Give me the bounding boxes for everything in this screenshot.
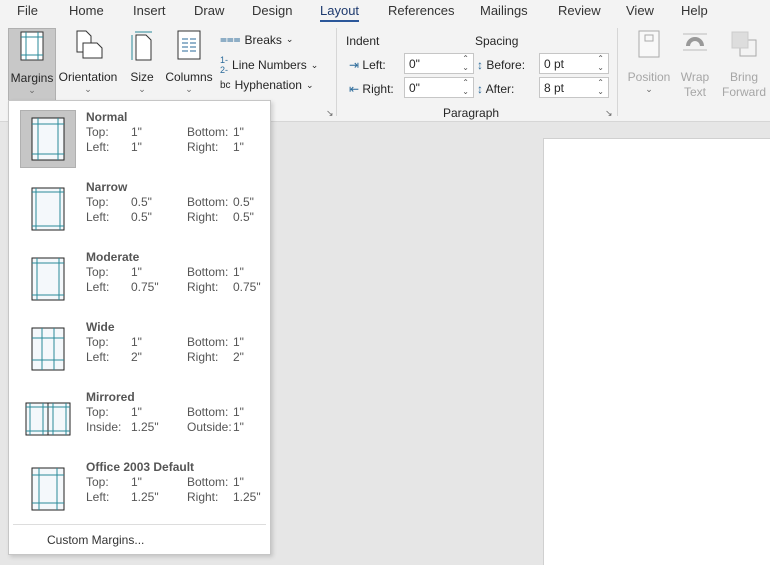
margins-dropdown-menu: Normal Top: 1" Bottom: 1" Left: 1" Right… <box>8 100 271 555</box>
margin-option-moderate[interactable]: Moderate Top: 1" Bottom: 1" Left: 0.75" … <box>9 246 270 316</box>
margin-option-normal[interactable]: Normal Top: 1" Bottom: 1" Left: 1" Right… <box>9 106 270 176</box>
margin-option-mirrored[interactable]: Mirrored Top: 1" Bottom: 1" Inside: 1.25… <box>9 386 270 456</box>
indent-right-input[interactable]: 0" ⌃ ⌄ <box>404 77 474 98</box>
margin-option-office-2003-default[interactable]: Office 2003 Default Top: 1" Bottom: 1" L… <box>9 456 270 526</box>
margins-icon <box>20 31 44 61</box>
margin-preview-icon <box>20 110 76 168</box>
divider <box>336 28 337 116</box>
tab-references[interactable]: References <box>388 3 454 18</box>
hyphenation-button[interactable]: bc Hyphenation ⌄ <box>220 78 314 92</box>
size-icon <box>131 31 152 61</box>
margin-preview-icon <box>20 390 76 448</box>
margin-preview-icon <box>20 460 76 518</box>
margin-preview-icon <box>20 250 76 308</box>
margin-preview-icon <box>20 320 76 378</box>
tab-mailings[interactable]: Mailings <box>480 3 528 18</box>
indent-left-icon: ⇥ <box>349 58 360 72</box>
spacing-before-label: ↕ Before: <box>477 58 526 72</box>
tab-file[interactable]: File <box>17 3 38 18</box>
breaks-icon: ⩶ <box>220 32 241 46</box>
spacing-after-icon: ↕ <box>477 82 483 96</box>
page-setup-launcher-icon[interactable]: ↘ <box>326 108 334 119</box>
indent-right-icon: ⇤ <box>349 82 360 96</box>
columns-icon <box>177 30 201 60</box>
position-icon <box>638 30 660 58</box>
tab-review[interactable]: Review <box>558 3 601 18</box>
bring-forward-button[interactable]: Bring Forward <box>716 28 770 99</box>
indent-label: Indent <box>346 34 380 48</box>
margins-button[interactable]: Margins ⌄ <box>8 28 56 101</box>
spacing-label: Spacing <box>475 34 519 48</box>
orientation-button[interactable]: Orientation ⌄ <box>57 28 119 98</box>
tab-insert[interactable]: Insert <box>133 3 166 18</box>
indent-right-label: ⇤ Right: <box>349 82 394 96</box>
line-numbers-button[interactable]: 1- 2- Line Numbers ⌄ <box>220 55 318 75</box>
margin-preview-icon <box>20 180 76 238</box>
wrap-text-icon <box>683 33 707 51</box>
margin-option-wide[interactable]: Wide Top: 1" Bottom: 1" Left: 2" Right: … <box>9 316 270 386</box>
custom-margins-item[interactable]: Custom Margins... <box>47 533 144 547</box>
indent-left-label: ⇥ Left: <box>349 58 386 72</box>
paragraph-group-label: Paragraph <box>443 106 500 120</box>
tab-help[interactable]: Help <box>681 3 708 18</box>
margin-option-narrow[interactable]: Narrow Top: 0.5" Bottom: 0.5" Left: 0.5"… <box>9 176 270 246</box>
columns-button[interactable]: Columns ⌄ <box>163 28 215 98</box>
tab-home[interactable]: Home <box>69 3 104 18</box>
tab-draw[interactable]: Draw <box>194 3 224 18</box>
spacing-before-input[interactable]: 0 pt ⌃ ⌄ <box>539 53 609 74</box>
spacing-before-icon: ↕ <box>477 58 483 72</box>
spacing-after-label: ↕ After: <box>477 82 515 96</box>
wrap-text-button[interactable]: Wrap Text <box>676 28 714 99</box>
paragraph-launcher-icon[interactable]: ↘ <box>605 108 613 119</box>
line-numbers-icon: 1- 2- <box>220 55 229 75</box>
size-button[interactable]: Size ⌄ <box>126 28 158 98</box>
document-page[interactable] <box>543 138 770 565</box>
divider <box>617 28 618 116</box>
menu-separator <box>13 524 266 525</box>
tab-layout[interactable]: Layout <box>320 3 360 22</box>
orientation-icon <box>76 30 103 59</box>
hyphenation-icon: bc <box>220 79 231 91</box>
position-button[interactable]: Position ⌄ <box>624 28 674 98</box>
tab-design[interactable]: Design <box>252 3 292 18</box>
breaks-button[interactable]: ⩶ Breaks ⌄ <box>220 32 293 47</box>
bring-forward-icon <box>731 31 757 57</box>
ribbon-tabs: File Home Insert Draw Design Layout Refe… <box>0 0 770 24</box>
indent-left-input[interactable]: 0" ⌃ ⌄ <box>404 53 474 74</box>
spacing-after-input[interactable]: 8 pt ⌃ ⌄ <box>539 77 609 98</box>
tab-view[interactable]: View <box>626 3 654 18</box>
